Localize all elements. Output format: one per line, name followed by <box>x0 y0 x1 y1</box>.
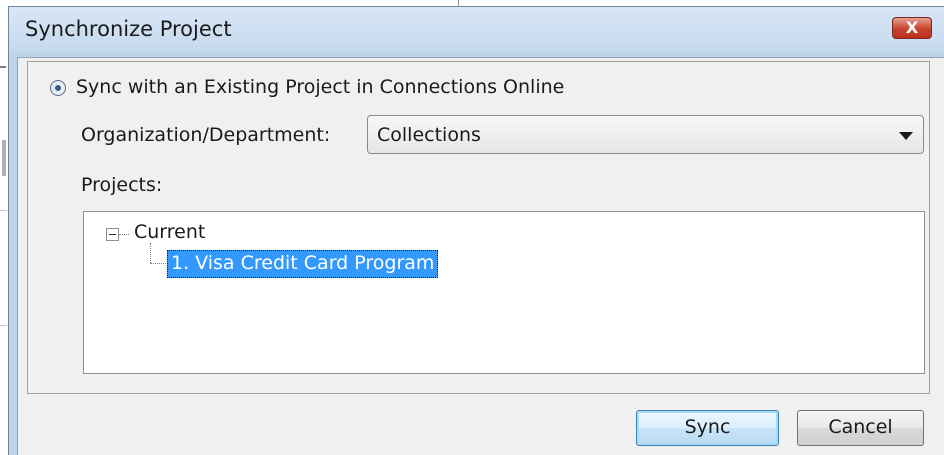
organization-label: Organization/Department: <box>81 124 331 146</box>
organization-value: Collections <box>377 124 481 146</box>
radio-selected-icon <box>55 85 61 91</box>
screen: Synchronize Project X Sync with an Exist… <box>0 0 944 455</box>
projects-tree[interactable]: Current 1. Visa Credit Card Program <box>83 211 925 374</box>
sync-existing-radio[interactable] <box>50 80 66 96</box>
background-divider <box>0 325 7 326</box>
close-icon: X <box>905 18 919 37</box>
chevron-down-icon <box>899 132 913 140</box>
background-divider <box>2 140 6 176</box>
cancel-button[interactable]: Cancel <box>797 410 924 446</box>
sync-options-group: Sync with an Existing Project in Connect… <box>27 61 930 394</box>
title-bar[interactable]: Synchronize Project X <box>9 7 944 53</box>
tree-node-current[interactable]: Current <box>134 221 205 243</box>
tree-node-visa-credit-card-program[interactable]: 1. Visa Credit Card Program <box>167 250 439 278</box>
projects-label: Projects: <box>81 174 163 196</box>
tree-connector <box>119 234 129 235</box>
synchronize-project-dialog: Synchronize Project X Sync with an Exist… <box>8 6 944 455</box>
dialog-title: Synchronize Project <box>25 17 232 41</box>
organization-dropdown[interactable]: Collections <box>367 115 924 154</box>
tree-connector <box>150 263 168 264</box>
collapse-icon[interactable] <box>106 228 119 241</box>
background-divider <box>0 210 7 211</box>
sync-existing-label[interactable]: Sync with an Existing Project in Connect… <box>76 76 564 98</box>
dialog-body: Sync with an Existing Project in Connect… <box>17 57 944 455</box>
sync-button[interactable]: Sync <box>636 410 779 446</box>
background-divider <box>0 66 6 68</box>
tree-connector <box>150 243 151 263</box>
close-button[interactable]: X <box>892 17 932 39</box>
